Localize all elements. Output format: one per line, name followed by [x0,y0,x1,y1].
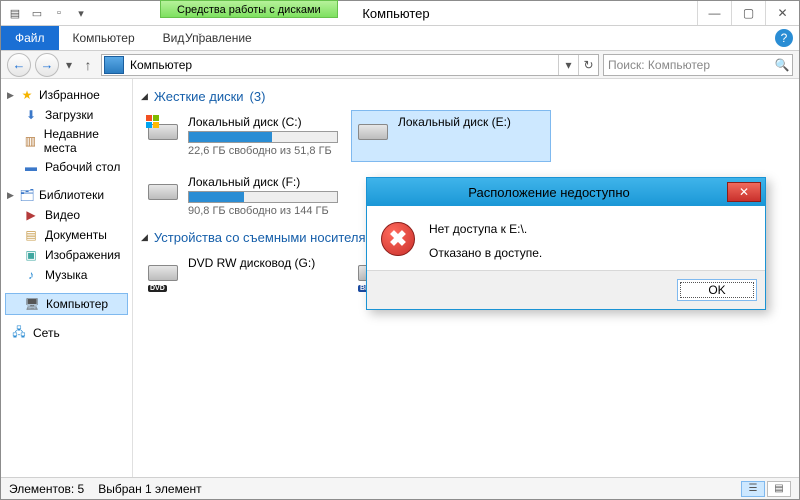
sidebar-item-videos[interactable]: ▶ Видео [1,205,132,225]
sidebar-item-label: Документы [45,228,107,242]
qat-newfolder-icon[interactable]: ▫ [51,5,67,21]
video-icon: ▶ [23,207,39,223]
capacity-bar [188,191,338,203]
network-icon: 🖧 [11,325,27,341]
drive-name: DVD RW дисковод (G:) [188,256,315,270]
desktop-icon: ▬ [23,159,39,175]
sidebar-item-label: Недавние места [44,127,128,155]
sidebar-item-label: Видео [45,208,80,222]
sidebar-libraries[interactable]: ▶ 🗂 Библиотеки [1,185,132,205]
search-placeholder: Поиск: Компьютер [604,58,772,72]
drive-icon [146,175,180,209]
drive-icon [146,115,180,149]
status-item-count: Элементов: 5 [9,482,84,496]
context-tool-tab: Средства работы с дисками [160,0,338,18]
category-count: (3) [250,89,266,104]
sidebar-item-computer[interactable]: 🖥 Компьютер [5,293,128,315]
tab-manage[interactable]: Управление [171,26,266,51]
tab-computer[interactable]: Компьютер [59,26,149,50]
star-icon: ★ [19,87,35,103]
address-dropdown-icon[interactable]: ▾ [558,55,578,75]
category-hard-disks[interactable]: ◢ Жесткие диски (3) [141,89,791,104]
title-bar: ▤ ▭ ▫ ▾ Компьютер ― ▢ ✕ [1,1,799,26]
sidebar-item-label: Рабочий стол [45,160,120,174]
navigation-pane: ▶ ★ Избранное ⬇Загрузки ▥Недавние места … [1,79,133,477]
forward-button[interactable]: → [35,53,59,77]
drive-e[interactable]: Локальный диск (E:) [351,110,551,162]
dialog-close-button[interactable]: ✕ [727,182,761,202]
minimize-button[interactable]: ― [697,1,731,25]
sidebar-favorites[interactable]: ▶ ★ Избранное [1,85,132,105]
sidebar-label: Библиотеки [39,188,104,202]
documents-icon: ▤ [23,227,39,243]
dialog-titlebar[interactable]: Расположение недоступно ✕ [367,178,765,206]
drive-name: Локальный диск (E:) [398,115,511,129]
category-label: Устройства со съемными носителями [154,230,382,245]
sidebar-item-label: Загрузки [45,108,93,122]
drive-free-text: 90,8 ГБ свободно из 144 ГБ [188,205,338,217]
computer-icon: 🖥 [24,296,40,312]
ok-button[interactable]: OK [677,279,757,301]
drive-icon [356,115,390,149]
sidebar-item-documents[interactable]: ▤ Документы [1,225,132,245]
computer-icon [104,56,124,74]
refresh-icon[interactable]: ↻ [578,55,598,75]
error-icon: ✖ [381,222,415,256]
chevron-down-icon: ◢ [141,91,148,102]
history-dropdown-icon[interactable]: ▾ [63,58,75,72]
nav-bar: ← → ▾ ↑ Компьютер ▾ ↻ Поиск: Компьютер 🔍 [1,51,799,79]
drive-c[interactable]: Локальный диск (C:) 22,6 ГБ свободно из … [141,110,341,162]
sidebar-label: Избранное [39,88,100,102]
error-dialog: Расположение недоступно ✕ ✖ Нет доступа … [366,177,766,310]
libraries-icon: 🗂 [19,187,35,203]
tab-file[interactable]: Файл [1,26,59,50]
up-button[interactable]: ↑ [79,57,97,73]
windows-flag-icon [146,115,160,129]
chevron-down-icon: ▶ [7,190,15,201]
search-icon[interactable]: 🔍 [772,58,792,72]
ribbon-tabs: Файл Компьютер Вид Управление ˇ ? [1,26,799,51]
maximize-button[interactable]: ▢ [731,1,765,25]
sidebar-item-label: Музыка [45,268,87,282]
qat-properties-icon[interactable]: ▭ [29,5,45,21]
sidebar-item-label: Компьютер [46,297,108,311]
recent-icon: ▥ [23,133,38,149]
system-menu-icon[interactable]: ▤ [7,5,23,21]
sidebar-item-network[interactable]: 🖧 Сеть [1,323,132,343]
chevron-down-icon: ▶ [7,90,15,101]
sidebar-item-desktop[interactable]: ▬ Рабочий стол [1,157,132,177]
view-tiles-button[interactable]: ▤ [767,481,791,497]
close-button[interactable]: ✕ [765,1,799,25]
sidebar-item-music[interactable]: ♪ Музыка [1,265,132,285]
dialog-message-1: Нет доступа к E:\. [429,222,542,236]
dialog-message-2: Отказано в доступе. [429,246,542,260]
address-bar[interactable]: Компьютер ▾ ↻ [101,54,599,76]
help-icon[interactable]: ? [775,29,793,47]
music-icon: ♪ [23,267,39,283]
drive-g-dvd[interactable]: DVD DVD RW дисковод (G:) [141,251,341,295]
drive-free-text: 22,6 ГБ свободно из 51,8 ГБ [188,145,338,157]
search-box[interactable]: Поиск: Компьютер 🔍 [603,54,793,76]
category-label: Жесткие диски [154,89,244,104]
sidebar-item-label: Изображения [45,248,120,262]
optical-drive-icon: DVD [146,256,180,290]
downloads-icon: ⬇ [23,107,39,123]
back-button[interactable]: ← [7,53,31,77]
drive-name: Локальный диск (F:) [188,175,338,189]
view-details-button[interactable]: ☰ [741,481,765,497]
address-text: Компьютер [126,58,558,72]
dialog-title: Расположение недоступно [371,185,727,200]
drive-name: Локальный диск (C:) [188,115,338,129]
status-selected: Выбран 1 элемент [98,482,201,496]
sidebar-item-downloads[interactable]: ⬇ Загрузки [1,105,132,125]
drive-f[interactable]: Локальный диск (F:) 90,8 ГБ свободно из … [141,170,341,222]
sidebar-item-recent[interactable]: ▥ Недавние места [1,125,132,157]
capacity-bar [188,131,338,143]
sidebar-item-label: Сеть [33,326,60,340]
pictures-icon: ▣ [23,247,39,263]
sidebar-item-pictures[interactable]: ▣ Изображения [1,245,132,265]
chevron-down-icon: ◢ [141,232,148,243]
status-bar: Элементов: 5 Выбран 1 элемент ☰ ▤ [1,477,799,499]
qat-dropdown-icon[interactable]: ▾ [73,5,89,21]
